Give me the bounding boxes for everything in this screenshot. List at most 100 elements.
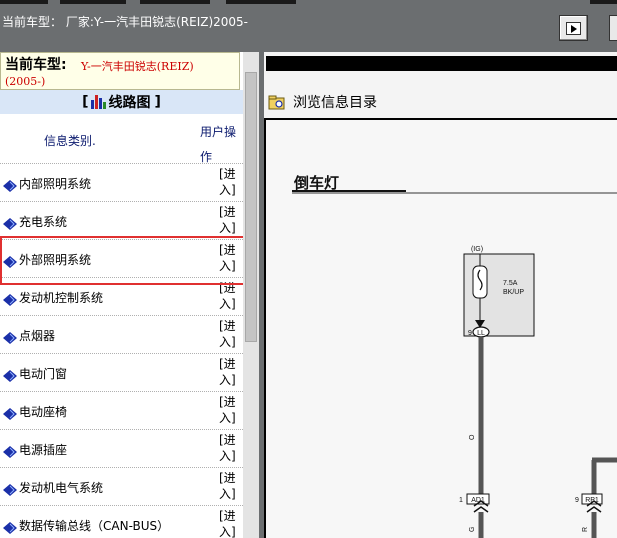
fuse-block: (IG) 7.5A BK/UP [463, 246, 535, 337]
column-header-operation-line1: 用户操 [200, 125, 237, 139]
next-button[interactable] [559, 15, 588, 41]
folder-search-icon [268, 95, 286, 110]
diagram-canvas: (IG) 7.5A BK/UP 9 LL O 1 AD1 G 9 RP1 R [292, 190, 617, 538]
ad1-number: 1 [459, 497, 463, 504]
list-item[interactable]: 发动机控制系统 [进 入] [0, 277, 243, 315]
rp1-number: 9 [575, 497, 579, 504]
enter-link-line1[interactable]: [进 [219, 204, 241, 220]
enter-link-line2[interactable]: 入] [219, 258, 241, 274]
book-diamond-icon [3, 177, 17, 192]
current-model-label: 当前车型: [5, 57, 67, 73]
list-item-label[interactable]: 发动机控制系统 [19, 289, 103, 306]
list-item[interactable]: 外部照明系统 [进 入] [0, 239, 243, 277]
fuse-ig-label: (IG) [471, 246, 483, 253]
book-diamond-icon [3, 405, 17, 420]
wiring-diagram: 倒车灯 (IG) 7.5A BK/UP 9 LL O 1 AD1 G 9 RP1… [264, 118, 617, 538]
list-item-label[interactable]: 外部照明系统 [19, 251, 91, 268]
list-item-label[interactable]: 电源插座 [19, 441, 67, 458]
list-item-label[interactable]: 数据传输总线（CAN-BUS） [19, 517, 169, 534]
extra-toolbar-button[interactable] [609, 15, 617, 41]
book-diamond-icon [3, 519, 17, 534]
list-item[interactable]: 电动座椅 [进 入] [0, 391, 243, 429]
pin-ll-number: 9 [468, 330, 472, 337]
enter-link-line2[interactable]: 入] [219, 296, 241, 312]
wire-o-label: O [469, 434, 476, 440]
list-item[interactable]: 点烟器 [进 入] [0, 315, 243, 353]
book-diamond-icon [3, 367, 17, 382]
tab-strip-2 [60, 0, 126, 4]
column-header-type: 信息类别. [44, 134, 96, 148]
enter-link-line2[interactable]: 入] [219, 372, 241, 388]
book-diamond-icon [3, 253, 17, 268]
current-model-box: 当前车型: Y-一汽丰田锐志(REIZ) (2005-) [0, 52, 240, 90]
enter-link-line1[interactable]: [进 [219, 318, 241, 334]
list-item-label[interactable]: 发动机电气系统 [19, 479, 103, 496]
enter-link-line1[interactable]: [进 [219, 394, 241, 410]
tab-strip-1 [0, 0, 48, 4]
list-item-label[interactable]: 充电系统 [19, 213, 67, 230]
fuse-rating: 7.5A [503, 280, 518, 287]
book-diamond-icon [3, 291, 17, 306]
enter-link-line2[interactable]: 入] [219, 410, 241, 426]
book-diamond-icon [3, 329, 17, 344]
list-item[interactable]: 充电系统 [进 入] [0, 201, 243, 239]
enter-link-line1[interactable]: [进 [219, 242, 241, 258]
enter-link[interactable]: [进 入] [219, 318, 241, 350]
enter-link-line1[interactable]: [进 [219, 508, 241, 524]
list-item-label[interactable]: 电动座椅 [19, 403, 67, 420]
book-diamond-icon [3, 443, 17, 458]
section-bracket-close: ] [154, 94, 161, 110]
browse-directory-link[interactable]: 浏览信息目录 [268, 92, 377, 112]
enter-link[interactable]: [进 入] [219, 394, 241, 426]
fuse-name: BK/UP [503, 289, 524, 296]
list-item-label[interactable]: 点烟器 [19, 327, 55, 344]
chart-book-icon [90, 95, 106, 109]
pin-ll-label: LL [477, 330, 485, 337]
enter-link-line1[interactable]: [进 [219, 280, 241, 296]
window-title: 当前车型： 厂家:Y-一汽丰田锐志(REIZ)2005- [2, 15, 249, 29]
book-diamond-icon [3, 215, 17, 230]
enter-link-line2[interactable]: 入] [219, 220, 241, 236]
right-header-bar [266, 56, 617, 71]
enter-link[interactable]: [进 入] [219, 280, 241, 312]
connector-rp1: 9 RP1 R [575, 457, 617, 538]
enter-link-line1[interactable]: [进 [219, 356, 241, 372]
enter-link[interactable]: [进 入] [219, 242, 241, 274]
list-item[interactable]: 数据传输总线（CAN-BUS） [进 入] [0, 505, 243, 538]
tab-strip-5 [590, 0, 617, 4]
wire-g-label: G [469, 527, 476, 532]
enter-link[interactable]: [进 入] [219, 166, 241, 198]
right-panel: 浏览信息目录 倒车灯 (IG) 7.5A BK/UP 9 LL O 1 AD1 … [264, 52, 617, 538]
connector-ad1: 1 AD1 [459, 493, 490, 513]
enter-link-line2[interactable]: 入] [219, 524, 241, 538]
enter-link-line2[interactable]: 入] [219, 448, 241, 464]
list-item[interactable]: 发动机电气系统 [进 入] [0, 467, 243, 505]
tab-strip-4 [226, 0, 296, 4]
left-scrollbar[interactable] [243, 52, 259, 538]
current-model-value: Y-一汽丰田锐志(REIZ) [81, 60, 194, 73]
list-item[interactable]: 电动门窗 [进 入] [0, 353, 243, 391]
current-model-years: (2005-) [5, 75, 46, 88]
title-bar: 当前车型： 厂家:Y-一汽丰田锐志(REIZ)2005- [0, 0, 617, 52]
enter-link-line2[interactable]: 入] [219, 182, 241, 198]
enter-link-line1[interactable]: [进 [219, 166, 241, 182]
list-item[interactable]: 内部照明系统 [进 入] [0, 163, 243, 201]
enter-link-line1[interactable]: [进 [219, 432, 241, 448]
enter-link-line2[interactable]: 入] [219, 486, 241, 502]
enter-link[interactable]: [进 入] [219, 508, 241, 538]
list-item-label[interactable]: 电动门窗 [19, 365, 67, 382]
list-item-label[interactable]: 内部照明系统 [19, 175, 91, 192]
enter-link-line1[interactable]: [进 [219, 470, 241, 486]
wire-r-label: R [582, 527, 589, 532]
left-panel: 当前车型: Y-一汽丰田锐志(REIZ) (2005-) [ 线路图 ] 信息类… [0, 52, 243, 538]
app-window: 当前车型： 厂家:Y-一汽丰田锐志(REIZ)2005- 当前车型: Y-一汽丰… [0, 0, 617, 538]
enter-link-line2[interactable]: 入] [219, 334, 241, 350]
enter-link[interactable]: [进 入] [219, 204, 241, 236]
enter-link[interactable]: [进 入] [219, 470, 241, 502]
enter-link[interactable]: [进 入] [219, 432, 241, 464]
scrollbar-thumb[interactable] [245, 72, 257, 342]
list-item[interactable]: 电源插座 [进 入] [0, 429, 243, 467]
play-arrow-icon [566, 21, 581, 35]
section-bracket-open: [ [82, 94, 89, 110]
enter-link[interactable]: [进 入] [219, 356, 241, 388]
